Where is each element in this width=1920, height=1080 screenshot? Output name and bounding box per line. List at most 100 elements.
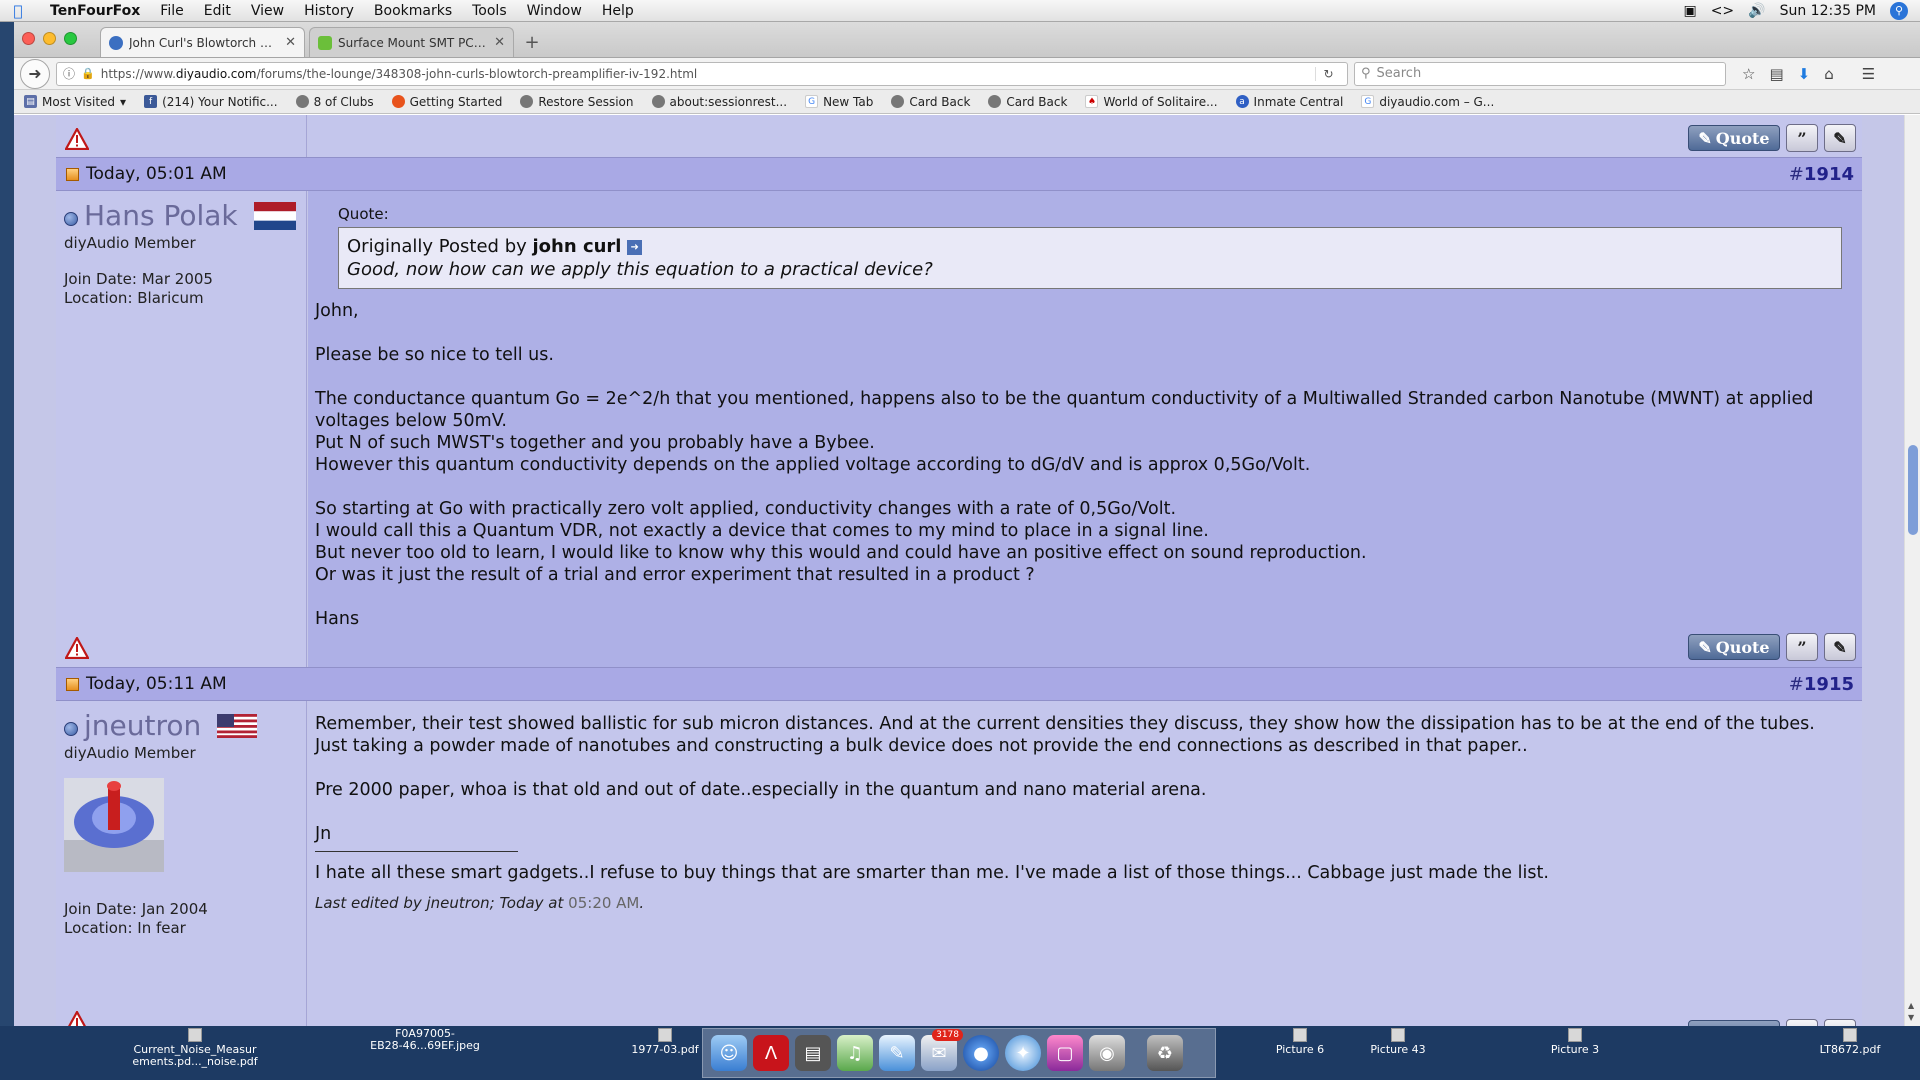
bookmark-about-sessionrestore[interactable]: about:sessionrest... — [651, 95, 787, 109]
report-post-icon[interactable] — [65, 128, 89, 150]
downloads-icon[interactable]: ⬇ — [1798, 65, 1811, 83]
menu-app-name[interactable]: TenFourFox — [36, 3, 150, 19]
join-date: Join Date: Jan 2004 — [64, 900, 208, 918]
quick-reply-button[interactable]: ✎ — [1824, 633, 1856, 661]
post-1914-body: Quote: Originally Posted by john curl ➜ … — [308, 191, 1862, 667]
archive-utility-icon[interactable]: ▤ — [795, 1035, 831, 1071]
new-tab-button[interactable]: + — [518, 27, 546, 57]
preview-icon[interactable]: ◉ — [1089, 1035, 1125, 1071]
info-icon[interactable]: ⓘ — [63, 65, 75, 82]
tab-diyaudio-blowtorch[interactable]: John Curl's Blowtorch prea... ✕ — [100, 27, 305, 57]
report-post-icon[interactable] — [65, 1011, 89, 1026]
dock-applications: ☺ Λ ▤ ♫ ✎ ✉ 3178 ● ✦ ▢ ◉ ♻ — [702, 1028, 1216, 1078]
message-line: John, — [315, 301, 359, 321]
dock-file-picture-6[interactable]: Picture 6 — [1265, 1026, 1335, 1056]
bookmark-diyaudio-google[interactable]: Gdiyaudio.com – G... — [1361, 95, 1494, 109]
acrobat-icon[interactable]: Λ — [753, 1035, 789, 1071]
menu-edit[interactable]: Edit — [194, 3, 241, 19]
post-number-link[interactable]: #1915 — [1789, 674, 1862, 695]
quote-button[interactable]: ✎Quote — [1688, 125, 1780, 151]
minimize-window-button[interactable] — [43, 32, 56, 45]
close-tab-icon[interactable]: ✕ — [494, 35, 505, 50]
menu-tools[interactable]: Tools — [462, 3, 517, 19]
dock-file-jpeg[interactable]: F0A97005- EB28-46...69EF.jpeg — [360, 1026, 490, 1052]
menu-view[interactable]: View — [241, 3, 294, 19]
mac-dock: Current_Noise_Measur ements.pd..._noise.p… — [0, 1026, 1920, 1080]
post-number-link[interactable]: #1914 — [1789, 164, 1862, 185]
menu-bookmarks[interactable]: Bookmarks — [364, 3, 462, 19]
post-1915-body: Remember, their test showed ballistic fo… — [308, 701, 1862, 1026]
finder-icon[interactable]: ☺ — [711, 1035, 747, 1071]
trash-icon[interactable]: ♻ — [1147, 1035, 1183, 1071]
tab-smt-pcb[interactable]: Surface Mount SMT PCB A... ✕ — [309, 27, 514, 57]
scrollbar-thumb[interactable] — [1908, 445, 1918, 535]
tenfourfox-icon[interactable]: ● — [963, 1035, 999, 1071]
url-text[interactable]: https://www.diyaudio.com/forums/the-loun… — [101, 67, 1309, 81]
dock-file-picture-43[interactable]: Picture 43 — [1360, 1026, 1436, 1056]
multi-quote-button[interactable]: ” — [1786, 124, 1818, 152]
safari-icon[interactable]: ✦ — [1005, 1035, 1041, 1071]
spotlight-search-icon[interactable]: ⚲ — [1890, 1, 1908, 20]
search-input[interactable]: ⚲ Search — [1354, 61, 1726, 86]
quick-reply-button[interactable]: ✎ — [1824, 124, 1856, 152]
close-tab-icon[interactable]: ✕ — [285, 35, 296, 50]
code-icon[interactable]: <> — [1711, 3, 1734, 19]
mail-icon[interactable]: ✉ 3178 — [921, 1029, 963, 1071]
multi-quote-button[interactable]: ” — [1786, 1019, 1818, 1026]
user-avatar[interactable] — [64, 778, 164, 872]
username-link[interactable]: Hans Polak — [84, 199, 238, 232]
dock-file-picture-3[interactable]: Picture 3 — [1540, 1026, 1610, 1056]
volume-icon[interactable]: 🔊 — [1748, 3, 1765, 19]
zoom-window-button[interactable] — [64, 32, 77, 45]
report-post-icon[interactable] — [65, 637, 89, 659]
bookmark-star-icon[interactable]: ☆ — [1742, 65, 1755, 83]
globe-icon — [988, 95, 1002, 108]
message-line: Put N of such MWST's together and you pr… — [315, 433, 875, 453]
bookmark-restore-session[interactable]: Restore Session — [520, 95, 634, 109]
quote-button[interactable]: ✎Quote — [1688, 634, 1780, 660]
dock-file-lt8672[interactable]: LT8672.pdf — [1810, 1026, 1890, 1056]
menu-file[interactable]: File — [150, 3, 193, 19]
bookmark-new-tab[interactable]: G New Tab — [805, 95, 873, 109]
apple-menu-icon[interactable]:  — [0, 2, 36, 20]
image-file-icon — [1568, 1028, 1582, 1042]
bookmark-world-of-solitaire[interactable]: ♠ World of Solitaire... — [1085, 95, 1218, 109]
pdf-file-icon — [658, 1028, 672, 1042]
back-button[interactable]: ➜ — [20, 58, 50, 89]
bookmark-facebook[interactable]: f (214) Your Notific... — [144, 95, 278, 109]
scroll-down-arrow-icon[interactable]: ▼ — [1908, 1013, 1914, 1022]
dock-file-current-noise[interactable]: Current_Noise_Measur ements.pd..._noise.p… — [130, 1026, 260, 1068]
menu-window[interactable]: Window — [517, 3, 592, 19]
menu-history[interactable]: History — [294, 3, 364, 19]
pdf-file-icon — [1843, 1028, 1857, 1042]
close-window-button[interactable] — [22, 32, 35, 45]
display-icon[interactable]: ▣ — [1683, 3, 1696, 19]
url-bar[interactable]: ⓘ 🔒 https://www.diyaudio.com/forums/the-… — [56, 61, 1348, 86]
globe-icon — [520, 95, 534, 108]
reload-icon[interactable]: ↻ — [1315, 66, 1341, 81]
itunes-icon[interactable]: ♫ — [837, 1035, 873, 1071]
menubar-clock[interactable]: Sun 12:35 PM — [1780, 3, 1876, 19]
bookmark-getting-started[interactable]: Getting Started — [391, 95, 502, 109]
bookmark-inmate-central[interactable]: a Inmate Central — [1235, 95, 1343, 109]
bookmark-most-visited[interactable]: ▤ Most Visited ▾ — [24, 95, 126, 109]
post-actions: ✎Quote ” ✎ — [1688, 1019, 1856, 1026]
lock-icon[interactable]: 🔒 — [81, 67, 95, 80]
home-icon[interactable]: ⌂ — [1824, 65, 1834, 83]
display-settings-icon[interactable]: ▢ — [1047, 1035, 1083, 1071]
bookmark-card-back-1[interactable]: Card Back — [891, 95, 970, 109]
scroll-up-arrow-icon[interactable]: ▲ — [1908, 1001, 1914, 1010]
quick-reply-button[interactable]: ✎ — [1824, 1019, 1856, 1026]
hamburger-menu-icon[interactable]: ☰ — [1862, 65, 1875, 83]
dock-file-1977-03[interactable]: 1977-03.pdf — [620, 1026, 710, 1056]
bookmark-8-of-clubs[interactable]: 8 of Clubs — [295, 95, 374, 109]
menu-help[interactable]: Help — [592, 3, 644, 19]
signature-divider — [315, 851, 518, 852]
username-link[interactable]: jneutron — [84, 709, 201, 742]
word-processor-icon[interactable]: ✎ — [879, 1035, 915, 1071]
view-post-icon[interactable]: ➜ — [627, 239, 643, 255]
multi-quote-button[interactable]: ” — [1786, 633, 1818, 661]
page-scrollbar[interactable]: ▲ ▼ — [1904, 115, 1920, 1026]
reading-list-icon[interactable]: ▤ — [1769, 65, 1783, 83]
bookmark-card-back-2[interactable]: Card Back — [988, 95, 1067, 109]
